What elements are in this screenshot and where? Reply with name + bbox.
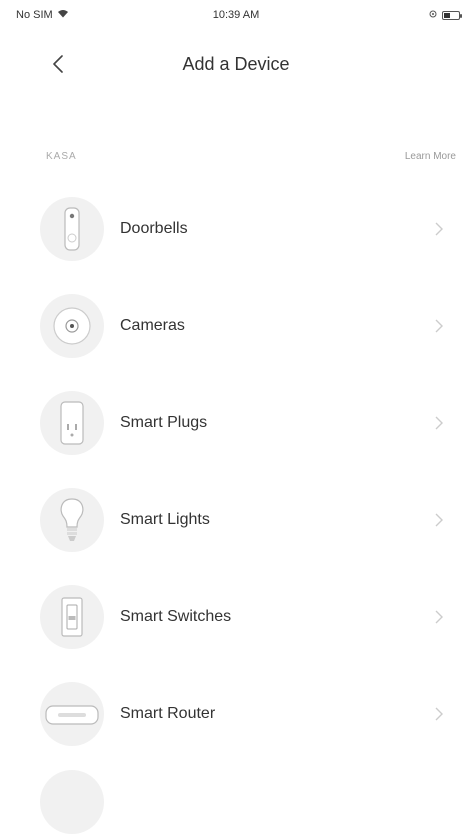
device-label: Smart Plugs (120, 413, 208, 431)
device-item-smart-switches[interactable]: Smart Switches (0, 568, 472, 665)
page-title: Add a Device (182, 54, 290, 74)
device-label: Smart Router (120, 704, 216, 722)
light-switch-icon (40, 584, 104, 649)
light-bulb-icon (40, 487, 104, 552)
device-item-partial-icon[interactable] (40, 770, 104, 834)
status-time: 10:39 AM (212, 9, 260, 21)
device-list: Doorbells Cameras Smart Plugs Smart Ligh… (0, 180, 472, 762)
device-item-smart-plugs[interactable]: Smart Plugs (0, 374, 472, 471)
chevron-right-icon (432, 222, 446, 236)
device-item-cameras[interactable]: Cameras (0, 277, 472, 374)
chevron-right-icon (432, 513, 446, 527)
camera-icon (40, 293, 104, 358)
smart-plug-icon (40, 390, 104, 455)
carrier-label: No SIM (16, 9, 53, 21)
section-header: KASA Learn More (0, 146, 472, 166)
learn-more-link[interactable]: Learn More (405, 151, 456, 162)
status-left: No SIM (16, 9, 69, 21)
battery-icon (442, 10, 462, 20)
status-right (429, 9, 462, 21)
chevron-right-icon (432, 707, 446, 721)
chevron-right-icon (432, 610, 446, 624)
device-label: Smart Switches (120, 607, 232, 625)
device-label: Cameras (120, 316, 185, 334)
chevron-right-icon (432, 416, 446, 430)
device-label: Doorbells (120, 219, 188, 237)
device-label: Smart Lights (120, 510, 210, 528)
section-label: KASA (46, 150, 77, 162)
chevron-right-icon (432, 319, 446, 333)
router-icon (40, 681, 104, 746)
nav-bar: Add a Device (0, 40, 472, 90)
device-item-smart-lights[interactable]: Smart Lights (0, 471, 472, 568)
location-icon (429, 9, 437, 21)
device-item-doorbells[interactable]: Doorbells (0, 180, 472, 277)
wifi-icon (57, 9, 69, 21)
status-bar: No SIM 10:39 AM (0, 0, 472, 30)
doorbell-icon (40, 196, 104, 261)
device-item-smart-router[interactable]: Smart Router (0, 665, 472, 762)
